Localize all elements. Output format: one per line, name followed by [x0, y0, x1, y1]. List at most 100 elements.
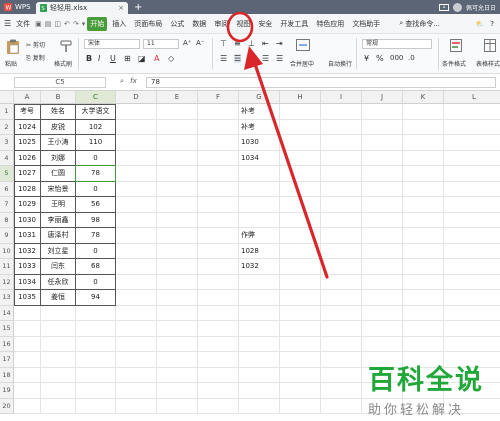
cell-j10[interactable] — [362, 243, 403, 259]
cell-k2[interactable] — [403, 119, 444, 135]
cell-c16[interactable] — [76, 336, 116, 352]
cell-l3[interactable] — [444, 135, 500, 151]
conditional-format-button[interactable]: 条件格式 — [442, 59, 466, 68]
column-header-e[interactable]: E — [157, 91, 198, 104]
row-header[interactable]: 12 — [0, 274, 14, 290]
cell-h4[interactable] — [280, 150, 321, 166]
cell-k9[interactable] — [403, 228, 444, 244]
column-header-l[interactable]: L — [444, 91, 500, 104]
print-icon[interactable]: ▤ — [45, 20, 52, 28]
align-center-icon[interactable]: ☰ — [234, 54, 242, 63]
font-name-select[interactable]: 宋体 — [84, 39, 140, 49]
row-header[interactable]: 10 — [0, 243, 14, 259]
fill-color-icon[interactable]: ◪ — [138, 54, 146, 63]
increase-font-icon[interactable]: A⁺ — [183, 39, 191, 47]
cell-b13[interactable]: 姜恒 — [41, 290, 76, 306]
help-icon[interactable]: ? — [490, 20, 494, 28]
number-format-select[interactable]: 常规 — [362, 39, 432, 49]
cell-d1[interactable] — [116, 104, 157, 120]
cell-c2[interactable]: 102 — [76, 119, 116, 135]
cell-e8[interactable] — [157, 212, 198, 228]
column-header-k[interactable]: K — [403, 91, 444, 104]
merge-center-icon[interactable] — [296, 39, 310, 51]
format-painter-button[interactable]: 格式刷 — [54, 59, 72, 68]
cell-l9[interactable] — [444, 228, 500, 244]
cell-e11[interactable] — [157, 259, 198, 275]
format-painter-icon[interactable] — [60, 40, 72, 53]
cell-b16[interactable] — [41, 336, 76, 352]
tab-special-apps[interactable]: 特色应用 — [313, 17, 347, 31]
cell-f19[interactable] — [198, 383, 239, 399]
cell-f6[interactable] — [198, 181, 239, 197]
cell-e9[interactable] — [157, 228, 198, 244]
tab-page-layout[interactable]: 页面布局 — [131, 17, 165, 31]
cell-j5[interactable] — [362, 166, 403, 182]
cell-f20[interactable] — [198, 398, 239, 414]
cell-d10[interactable] — [116, 243, 157, 259]
cell-b5[interactable]: 仁圆 — [41, 166, 76, 182]
cell-l2[interactable] — [444, 120, 500, 135]
row-header[interactable]: 19 — [0, 383, 14, 399]
cell-a3[interactable]: 1025 — [14, 135, 41, 151]
copy-button[interactable]: ⎘ 复制 — [26, 53, 45, 63]
cell-a19[interactable] — [14, 383, 41, 399]
cell-j2[interactable] — [362, 119, 403, 135]
cell-d19[interactable] — [116, 383, 157, 399]
cell-c7[interactable]: 56 — [76, 197, 116, 213]
window-count-badge[interactable]: 1 — [438, 3, 449, 11]
column-header-c[interactable]: C — [76, 91, 116, 104]
align-top-icon[interactable]: ⊤ — [220, 39, 227, 48]
cell-i11[interactable] — [321, 259, 362, 275]
cell-i16[interactable] — [321, 336, 362, 352]
cell-a5[interactable]: 1027 — [14, 166, 41, 182]
cell-g1[interactable]: 补考 — [239, 104, 280, 120]
cell-h16[interactable] — [280, 336, 321, 352]
cell-h7[interactable] — [280, 197, 321, 213]
cell-h11[interactable] — [280, 259, 321, 275]
cut-button[interactable]: ✂ 剪切 — [26, 40, 45, 49]
wps-home-tab[interactable]: W WPS — [0, 0, 36, 14]
cell-f5[interactable] — [198, 166, 239, 182]
cell-d17[interactable] — [116, 352, 157, 368]
cell-f18[interactable] — [198, 367, 239, 383]
cell-i4[interactable] — [321, 150, 362, 166]
column-header-f[interactable]: F — [198, 91, 239, 104]
cell-c4[interactable]: 0 — [76, 150, 116, 166]
cell-g12[interactable] — [239, 274, 280, 290]
cell-g18[interactable] — [239, 367, 280, 383]
hamburger-icon[interactable]: ☰ — [4, 19, 11, 28]
cell-h8[interactable] — [280, 212, 321, 228]
conditional-format-icon[interactable] — [450, 39, 462, 52]
name-box[interactable]: C5 — [14, 77, 106, 88]
select-all-corner[interactable] — [0, 91, 14, 104]
cell-h10[interactable] — [280, 243, 321, 259]
cell-e1[interactable] — [157, 104, 198, 120]
cell-f3[interactable] — [198, 135, 239, 151]
cell-f10[interactable] — [198, 243, 239, 259]
cell-j7[interactable] — [362, 197, 403, 213]
tab-data[interactable]: 数据 — [189, 17, 209, 31]
cell-d2[interactable] — [116, 119, 157, 135]
cell-g19[interactable] — [239, 383, 280, 399]
column-header-d[interactable]: D — [116, 91, 157, 104]
cell-e20[interactable] — [157, 398, 198, 414]
merge-center-button[interactable]: 合并居中 — [290, 59, 314, 68]
cell-h12[interactable] — [280, 274, 321, 290]
cell-i17[interactable] — [321, 352, 362, 368]
tab-view[interactable]: 视图 — [233, 17, 253, 31]
cell-d3[interactable] — [116, 135, 157, 151]
cell-a16[interactable] — [14, 336, 41, 352]
cell-k5[interactable] — [403, 166, 444, 182]
cell-g14[interactable] — [239, 305, 280, 321]
cell-d8[interactable] — [116, 212, 157, 228]
save-icon[interactable]: ▣ — [35, 20, 42, 28]
cell-k15[interactable] — [403, 321, 444, 337]
cell-j13[interactable] — [362, 290, 403, 306]
cell-f8[interactable] — [198, 212, 239, 228]
cell-f12[interactable] — [198, 274, 239, 290]
tab-formulas[interactable]: 公式 — [167, 17, 187, 31]
decimal-icon[interactable]: .0 — [408, 54, 415, 62]
cell-b20[interactable] — [41, 398, 76, 414]
row-header[interactable]: 7 — [0, 197, 14, 213]
row-header[interactable]: 18 — [0, 367, 14, 383]
